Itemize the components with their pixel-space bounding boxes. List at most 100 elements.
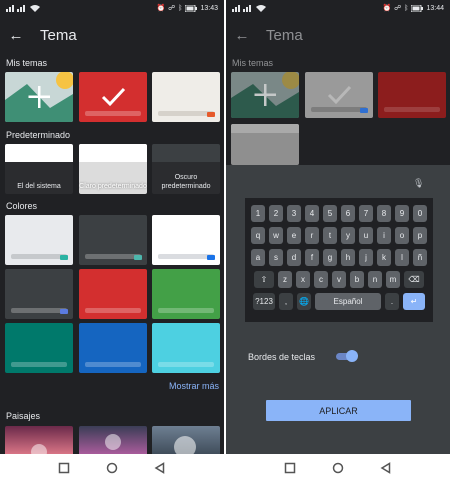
key-row2-9[interactable]: p [413, 227, 427, 244]
theme-accent [360, 108, 368, 113]
key-borders-toggle[interactable] [336, 350, 358, 362]
wifi-icon [256, 5, 266, 12]
key-row3-4[interactable]: g [323, 249, 337, 266]
page-title: Tema [40, 26, 77, 44]
theme-half-light [231, 124, 299, 133]
key-row1-7[interactable]: 8 [377, 205, 391, 222]
microphone-icon[interactable]: 🎙 [413, 178, 424, 189]
right-screen: ⏰ ☍ ᛒ 13:44 ← Tema Mis temas 🎙 123456789… [226, 0, 450, 482]
key-row3-6[interactable]: j [359, 249, 373, 266]
section-mis-temas: Mis temas [232, 58, 274, 68]
key-row1-4[interactable]: 5 [323, 205, 337, 222]
theme-accent [60, 309, 68, 314]
comma-key[interactable]: , [279, 293, 293, 310]
key-row2-7[interactable]: i [377, 227, 391, 244]
home-nav-icon[interactable] [106, 462, 118, 474]
apply-button[interactable]: APLICAR [266, 400, 411, 421]
key-row1-6[interactable]: 7 [359, 205, 373, 222]
key-row3-3[interactable]: f [305, 249, 319, 266]
square-nav-icon[interactable] [284, 462, 296, 474]
key-row3-7[interactable]: k [377, 249, 391, 266]
back-nav-icon[interactable] [154, 462, 166, 474]
alarm-icon: ⏰ [382, 5, 392, 12]
theme-red-selected[interactable] [79, 72, 147, 122]
clock: 13:43 [200, 4, 218, 12]
theme-system[interactable]: El del sistema [5, 144, 73, 194]
home-nav-icon[interactable] [332, 462, 344, 474]
clock: 13:44 [426, 4, 444, 12]
color-theme-charcoal[interactable] [5, 269, 73, 319]
backspace-key-icon[interactable]: ⌫ [404, 271, 424, 288]
color-theme-white[interactable] [152, 215, 220, 265]
key-row2-0[interactable]: q [251, 227, 265, 244]
color-theme-teal[interactable] [5, 323, 73, 373]
key-row3-9[interactable]: ñ [413, 249, 427, 266]
color-theme-red[interactable] [79, 269, 147, 319]
globe-key-icon[interactable]: 🌐 [297, 293, 311, 310]
theme-light-default[interactable]: Claro predeterminado [79, 144, 147, 194]
download-icon [105, 434, 121, 450]
key-row3-1[interactable]: s [269, 249, 283, 266]
key-row4-1[interactable]: x [296, 271, 310, 288]
key-row2-4[interactable]: t [323, 227, 337, 244]
add-theme-tile[interactable] [231, 72, 299, 118]
key-row4-4[interactable]: b [350, 271, 364, 288]
theme-half-light [5, 144, 73, 162]
theme-light-label: Claro predeterminado [79, 183, 147, 190]
key-row3-8[interactable]: l [395, 249, 409, 266]
back-arrow-icon[interactable]: ← [0, 27, 32, 44]
period-key[interactable]: . [385, 293, 399, 310]
theme-dark-default[interactable]: Oscuro predeterminado [152, 144, 220, 194]
key-row1-5[interactable]: 6 [341, 205, 355, 222]
back-arrow-icon[interactable]: ← [226, 27, 258, 44]
key-row4-3[interactable]: v [332, 271, 346, 288]
key-row1-0[interactable]: 1 [251, 205, 265, 222]
key-row2-2[interactable]: e [287, 227, 301, 244]
theme-red[interactable] [378, 72, 446, 118]
landscape-theme-clouds[interactable] [152, 426, 220, 456]
left-screen: ⏰ ☍ ᛒ 13:43 ← Tema Mis temas Predetermin… [0, 0, 224, 482]
color-theme-blue[interactable] [79, 323, 147, 373]
landscape-theme-lake[interactable] [79, 426, 147, 456]
key-row3-0[interactable]: a [251, 249, 265, 266]
key-row4-5[interactable]: n [368, 271, 382, 288]
key-row1-8[interactable]: 9 [395, 205, 409, 222]
system-nav-bar [226, 454, 450, 482]
vibrate-icon: ☍ [394, 5, 402, 12]
key-row4-6[interactable]: m [386, 271, 400, 288]
enter-key-icon[interactable]: ↵ [403, 293, 425, 310]
theme-gray-selected[interactable] [305, 72, 373, 118]
show-more-link[interactable]: Mostrar más [169, 381, 219, 391]
key-row3-2[interactable]: d [287, 249, 301, 266]
top-app-bar: ← Tema [0, 20, 224, 50]
key-row4-0[interactable]: z [278, 271, 292, 288]
key-row3-5[interactable]: h [341, 249, 355, 266]
square-nav-icon[interactable] [58, 462, 70, 474]
key-row2-1[interactable]: w [269, 227, 283, 244]
color-theme-green[interactable] [152, 269, 220, 319]
key-row1-1[interactable]: 2 [269, 205, 283, 222]
key-row1-2[interactable]: 3 [287, 205, 301, 222]
key-row1-3[interactable]: 4 [305, 205, 319, 222]
landscape-icon [5, 72, 73, 122]
key-row4-2[interactable]: c [314, 271, 328, 288]
color-theme-cyan[interactable] [152, 323, 220, 373]
key-row2-6[interactable]: u [359, 227, 373, 244]
space-key[interactable]: Español [315, 293, 381, 310]
add-theme-tile[interactable] [5, 72, 73, 122]
landscape-theme-sunset[interactable] [5, 426, 73, 456]
key-row1-9[interactable]: 0 [413, 205, 427, 222]
key-row2-5[interactable]: y [341, 227, 355, 244]
back-nav-icon[interactable] [380, 462, 392, 474]
theme-light-photo[interactable] [152, 72, 220, 122]
key-row2-8[interactable]: o [395, 227, 409, 244]
wifi-icon [30, 5, 40, 12]
theme-custom-gray[interactable] [231, 124, 299, 165]
color-theme-dark-gray[interactable] [79, 215, 147, 265]
shift-key-icon[interactable]: ⇧ [254, 271, 274, 288]
status-icons-right: ⏰ ☍ ᛒ 13:44 [382, 4, 444, 12]
theme-accent [207, 112, 215, 117]
key-row2-3[interactable]: r [305, 227, 319, 244]
color-theme-light-gray[interactable] [5, 215, 73, 265]
symbols-key[interactable]: ?123 [253, 293, 275, 310]
